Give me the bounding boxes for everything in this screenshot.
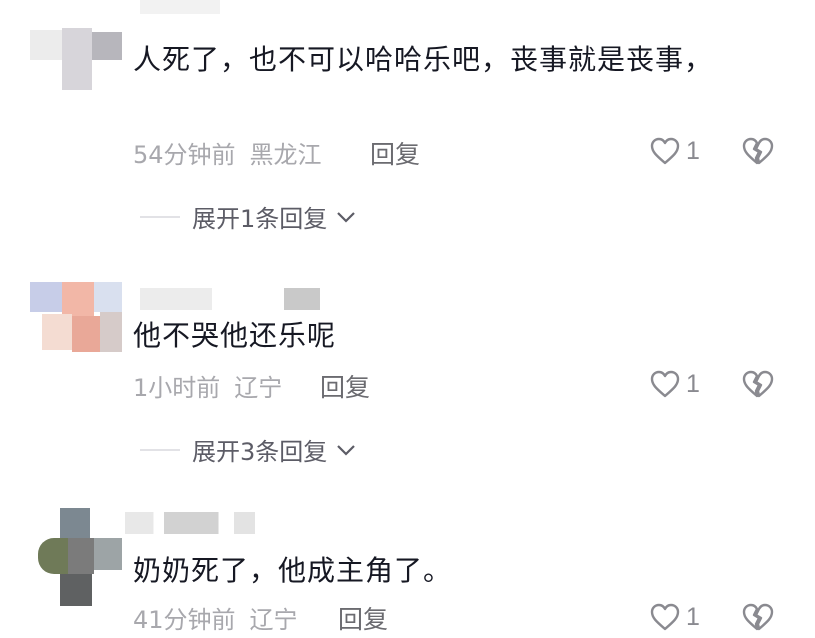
- avatar[interactable]: [30, 508, 122, 626]
- comment-meta: 1小时前 辽宁: [133, 368, 282, 403]
- like-count: 1: [686, 602, 700, 631]
- comment-time: 1小时前: [133, 374, 221, 402]
- comment-time: 54分钟前: [133, 141, 236, 169]
- like-button[interactable]: 1: [648, 134, 700, 168]
- dislike-button[interactable]: [740, 600, 776, 638]
- like-button[interactable]: 1: [648, 600, 700, 634]
- like-count: 1: [686, 369, 700, 398]
- expand-replies[interactable]: 展开1条回复: [140, 199, 357, 234]
- broken-heart-icon: [742, 137, 774, 165]
- chevron-down-icon: [337, 211, 356, 223]
- expand-label: 展开3条回复: [192, 438, 328, 466]
- comment-location: 辽宁: [249, 606, 298, 634]
- heart-outline-icon: [650, 370, 680, 398]
- expand-divider: [140, 448, 180, 451]
- reply-button[interactable]: 回复: [338, 600, 388, 636]
- comment-time: 41分钟前: [133, 606, 236, 634]
- comment-text: 人死了，也不可以哈哈乐吧，丧事就是丧事，: [133, 43, 714, 76]
- avatar[interactable]: [30, 0, 122, 92]
- like-count: 1: [686, 136, 700, 165]
- reply-button[interactable]: 回复: [370, 135, 420, 171]
- heart-outline-icon: [650, 137, 680, 165]
- username-blurred[interactable]: [140, 0, 220, 14]
- expand-replies[interactable]: 展开3条回复: [140, 432, 357, 467]
- heart-outline-icon: [650, 603, 680, 631]
- broken-heart-icon: [742, 603, 774, 631]
- comment-meta: 54分钟前 黑龙江: [133, 135, 322, 170]
- expand-divider: [140, 215, 180, 218]
- broken-heart-icon: [742, 370, 774, 398]
- expand-label: 展开1条回复: [192, 205, 328, 233]
- dislike-button[interactable]: [740, 134, 776, 172]
- comment-text: 奶奶死了，他成主角了。: [133, 554, 453, 587]
- dislike-button[interactable]: [740, 367, 776, 405]
- reply-button[interactable]: 回复: [320, 368, 370, 404]
- avatar[interactable]: [30, 282, 122, 354]
- chevron-down-icon: [337, 444, 356, 456]
- comment-meta: 41分钟前 辽宁: [133, 600, 298, 635]
- username-blurred[interactable]: [140, 288, 320, 310]
- username-blurred[interactable]: [125, 512, 255, 534]
- comment-location: 黑龙江: [249, 141, 322, 169]
- like-button[interactable]: 1: [648, 367, 700, 401]
- comment-location: 辽宁: [234, 374, 283, 402]
- comment-text: 他不哭他还乐呢: [133, 319, 337, 352]
